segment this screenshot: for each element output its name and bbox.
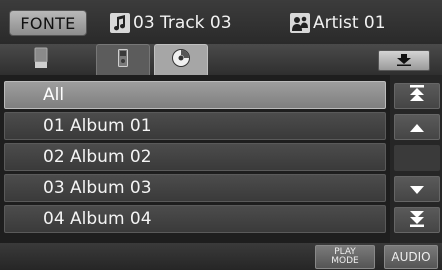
download-button[interactable]	[378, 50, 430, 71]
scroll-bottom-icon	[409, 209, 425, 231]
download-arrow-icon	[394, 51, 414, 70]
scroll-up-button[interactable]	[394, 114, 440, 140]
scroll-track[interactable]	[394, 145, 440, 171]
music-note-icon	[110, 13, 130, 33]
bottom-bar: PLAY MODE AUDIO	[0, 243, 442, 270]
track-info: 03 Track 03	[110, 11, 232, 35]
list-item[interactable]: All	[4, 81, 386, 109]
artist-name: Artist 01	[313, 13, 386, 33]
scroll-up-icon	[409, 118, 425, 137]
list-item[interactable]: 04 Album 04	[4, 205, 386, 233]
scroll-top-button[interactable]	[394, 83, 440, 109]
track-title: 03 Track 03	[133, 13, 232, 33]
tab-usb[interactable]	[12, 44, 70, 75]
play-mode-button[interactable]: PLAY MODE	[315, 245, 375, 269]
source-button[interactable]: FONTE	[9, 10, 87, 36]
ipod-icon	[118, 49, 128, 71]
scroll-top-icon	[409, 85, 425, 107]
album-list: All 01 Album 01 02 Album 02 03 Album 03 …	[0, 75, 390, 243]
tab-ipod[interactable]	[96, 44, 150, 75]
artist-info: Artist 01	[290, 11, 386, 35]
source-tabs	[0, 44, 442, 75]
list-item[interactable]: 02 Album 02	[4, 143, 386, 171]
scroll-bottom-button[interactable]	[394, 207, 440, 233]
scroll-down-button[interactable]	[394, 176, 440, 202]
usb-stick-icon	[34, 47, 48, 73]
audio-button[interactable]: AUDIO	[384, 245, 438, 269]
scroll-down-icon	[409, 180, 425, 199]
list-item[interactable]: 01 Album 01	[4, 112, 386, 140]
scroll-controls	[390, 75, 442, 243]
list-item[interactable]: 03 Album 03	[4, 174, 386, 202]
artist-icon	[290, 13, 310, 33]
disc-icon	[171, 48, 191, 72]
header-bar: FONTE 03 Track 03 Artist 01	[0, 0, 442, 44]
media-player-screen: FONTE 03 Track 03 Artist 01 All 01 Album…	[0, 0, 442, 270]
tab-disc[interactable]	[154, 44, 208, 75]
